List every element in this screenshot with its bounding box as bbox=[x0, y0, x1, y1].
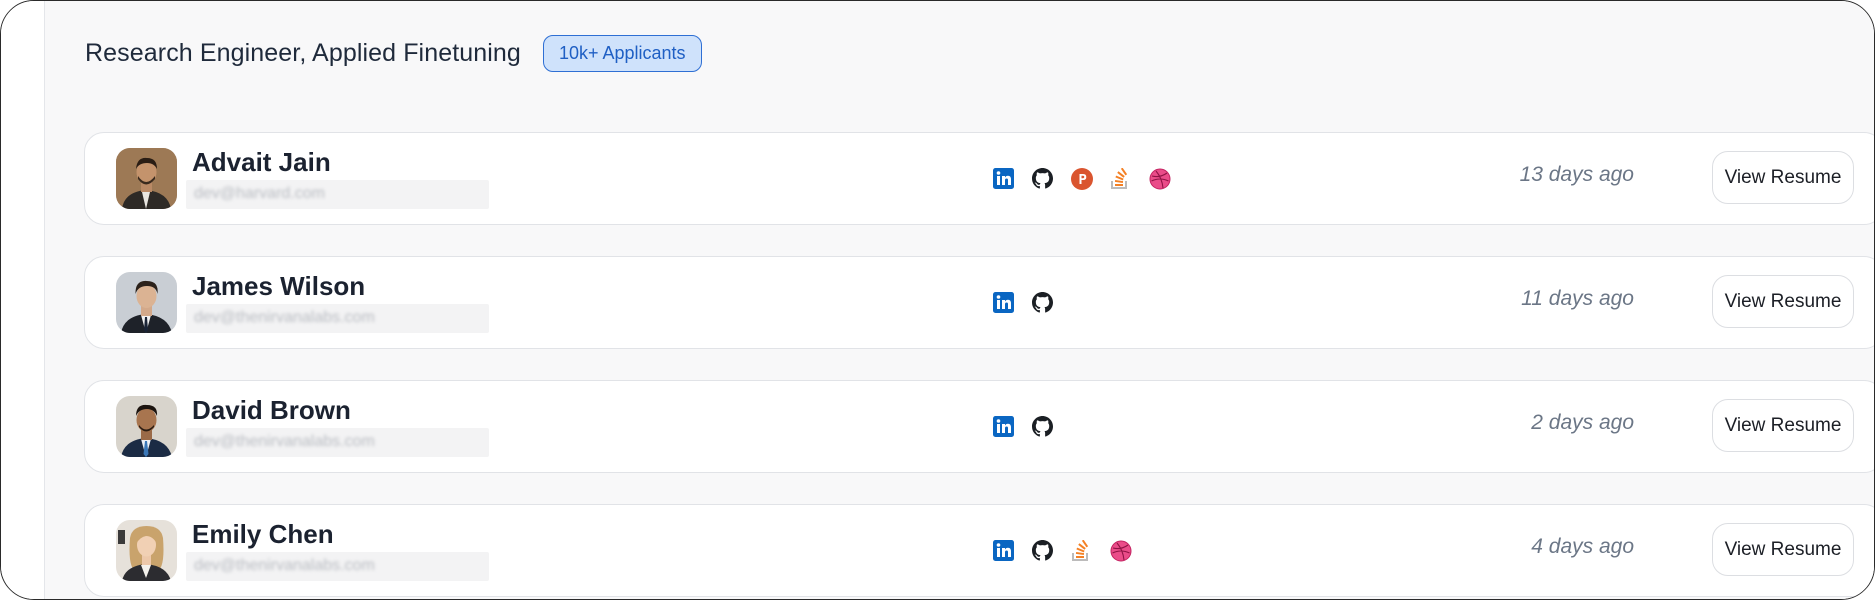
view-resume-button[interactable]: View Resume bbox=[1712, 151, 1854, 204]
email-redacted: dev@thenirvanalabs.com bbox=[186, 428, 489, 457]
linkedin-icon[interactable] bbox=[992, 167, 1015, 190]
producthunt-icon[interactable] bbox=[1070, 167, 1093, 190]
dribbble-icon[interactable] bbox=[1148, 167, 1171, 190]
page-title: Research Engineer, Applied Finetuning bbox=[85, 39, 521, 67]
candidate-card: David Brown dev@thenirvanalabs.com 2 day… bbox=[84, 380, 1874, 473]
candidate-name[interactable]: David Brown bbox=[192, 395, 351, 426]
candidate-email: dev@thenirvanalabs.com bbox=[194, 309, 375, 326]
app-window: Research Engineer, Applied Finetuning 10… bbox=[0, 0, 1875, 600]
github-icon[interactable] bbox=[1031, 291, 1054, 314]
stackoverflow-icon[interactable] bbox=[1109, 167, 1132, 190]
applied-time: 13 days ago bbox=[1519, 163, 1634, 186]
profile-links bbox=[992, 167, 1171, 190]
avatar[interactable] bbox=[116, 396, 177, 457]
view-resume-button[interactable]: View Resume bbox=[1712, 275, 1854, 328]
dribbble-icon[interactable] bbox=[1109, 539, 1132, 562]
view-resume-button[interactable]: View Resume bbox=[1712, 523, 1854, 576]
github-icon[interactable] bbox=[1031, 167, 1054, 190]
candidate-name[interactable]: Emily Chen bbox=[192, 519, 334, 550]
linkedin-icon[interactable] bbox=[992, 291, 1015, 314]
page-header: Research Engineer, Applied Finetuning 10… bbox=[85, 35, 702, 72]
profile-links bbox=[992, 415, 1054, 438]
avatar[interactable] bbox=[116, 148, 177, 209]
avatar[interactable] bbox=[116, 272, 177, 333]
candidate-name[interactable]: James Wilson bbox=[192, 271, 365, 302]
main-content: Research Engineer, Applied Finetuning 10… bbox=[45, 1, 1874, 599]
profile-links bbox=[992, 291, 1054, 314]
candidate-card: Advait Jain dev@harvard.com 13 days ago … bbox=[84, 132, 1874, 225]
profile-links bbox=[992, 539, 1132, 562]
candidate-email: dev@thenirvanalabs.com bbox=[194, 557, 375, 574]
sidebar bbox=[1, 1, 45, 599]
email-redacted: dev@harvard.com bbox=[186, 180, 489, 209]
applied-time: 2 days ago bbox=[1531, 411, 1634, 434]
linkedin-icon[interactable] bbox=[992, 539, 1015, 562]
candidate-card: James Wilson dev@thenirvanalabs.com 11 d… bbox=[84, 256, 1874, 349]
applied-time: 4 days ago bbox=[1531, 535, 1634, 558]
candidate-list: Advait Jain dev@harvard.com 13 days ago … bbox=[84, 132, 1874, 599]
candidate-email: dev@harvard.com bbox=[194, 185, 325, 202]
email-redacted: dev@thenirvanalabs.com bbox=[186, 304, 489, 333]
github-icon[interactable] bbox=[1031, 539, 1054, 562]
avatar[interactable] bbox=[116, 520, 177, 581]
candidate-email: dev@thenirvanalabs.com bbox=[194, 433, 375, 450]
view-resume-button[interactable]: View Resume bbox=[1712, 399, 1854, 452]
stackoverflow-icon[interactable] bbox=[1070, 539, 1093, 562]
applied-time: 11 days ago bbox=[1521, 287, 1634, 310]
candidate-card: Emily Chen dev@thenirvanalabs.com 4 days… bbox=[84, 504, 1874, 597]
email-redacted: dev@thenirvanalabs.com bbox=[186, 552, 489, 581]
github-icon[interactable] bbox=[1031, 415, 1054, 438]
candidate-name[interactable]: Advait Jain bbox=[192, 147, 331, 178]
linkedin-icon[interactable] bbox=[992, 415, 1015, 438]
applicant-count-badge: 10k+ Applicants bbox=[542, 35, 702, 72]
